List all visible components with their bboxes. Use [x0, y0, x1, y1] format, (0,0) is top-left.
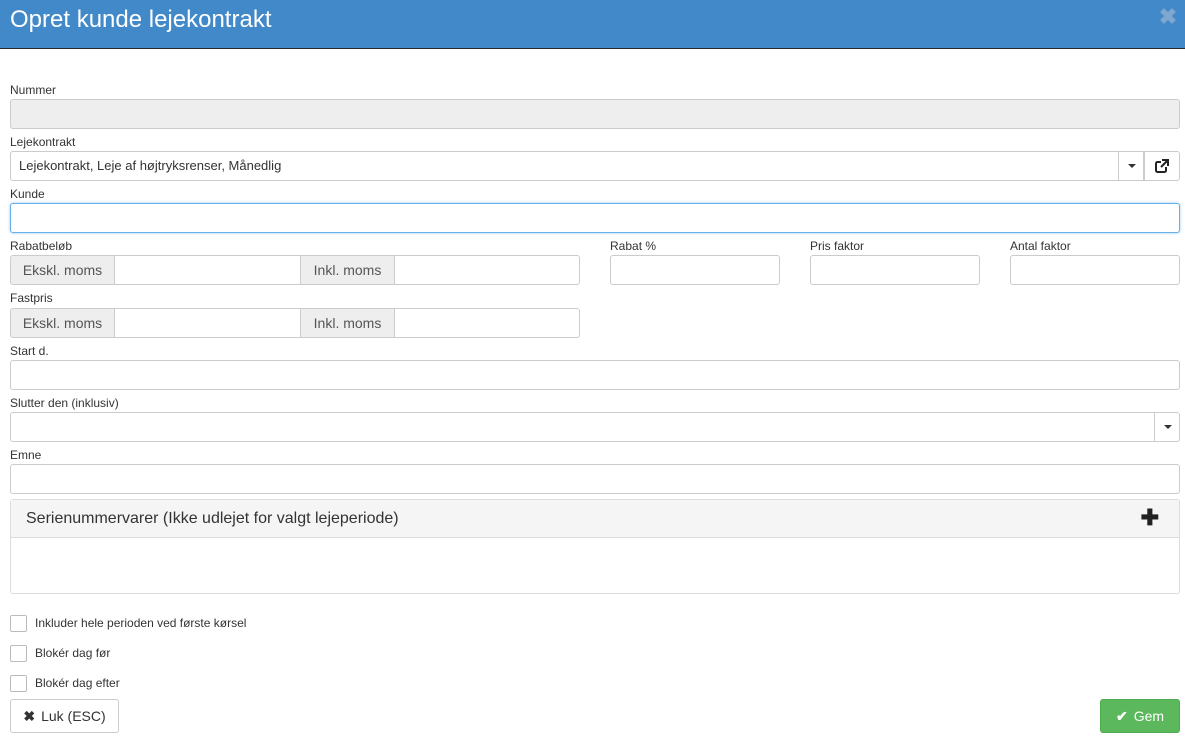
checkbox-row-include-period[interactable]: Inkluder hele perioden ved første kørsel: [10, 614, 246, 632]
dialog-header: Opret kunde lejekontrakt ✖: [0, 0, 1185, 49]
start-label: Start d.: [10, 344, 49, 358]
external-link-icon: [1155, 159, 1169, 173]
close-icon[interactable]: ✖: [1157, 6, 1179, 28]
lejekontrakt-label: Lejekontrakt: [10, 135, 76, 149]
emne-label: Emne: [10, 448, 42, 462]
pris-faktor-input[interactable]: [810, 255, 980, 285]
block-day-after-checkbox[interactable]: [10, 674, 27, 692]
fastpris-label: Fastpris: [10, 291, 53, 305]
close-button[interactable]: ✖ Luk (ESC): [10, 699, 119, 733]
kunde-input[interactable]: [10, 203, 1180, 233]
dialog-title: Opret kunde lejekontrakt: [10, 6, 272, 33]
slutter-select[interactable]: [10, 412, 1180, 442]
panel-title: Serienummervarer (Ikke udlejet for valgt…: [26, 510, 399, 527]
chevron-down-icon: [1163, 425, 1172, 429]
save-button[interactable]: ✔ Gem: [1100, 699, 1180, 733]
block-day-before-label: Blokér dag før: [35, 646, 111, 660]
antal-faktor-input[interactable]: [1010, 255, 1180, 285]
nummer-field: [10, 99, 1180, 129]
fastpris-excl-input[interactable]: [114, 308, 301, 338]
include-period-label: Inkluder hele perioden ved første kørsel: [35, 616, 247, 630]
fastpris-incl-addon: Inkl. moms: [300, 308, 395, 338]
lejekontrakt-dropdown-button[interactable]: [1118, 151, 1144, 181]
chevron-down-icon: [1127, 164, 1136, 168]
block-day-before-checkbox[interactable]: [10, 644, 27, 662]
serial-items-panel: Serienummervarer (Ikke udlejet for valgt…: [10, 499, 1180, 594]
rabatbeloeb-incl-input[interactable]: [394, 255, 580, 285]
block-day-after-label: Blokér dag efter: [35, 676, 120, 690]
fastpris-incl-input[interactable]: [394, 308, 580, 338]
panel-header: Serienummervarer (Ikke udlejet for valgt…: [11, 500, 1179, 538]
rabatbeloeb-label: Rabatbeløb: [10, 239, 73, 253]
plus-icon[interactable]: ✚: [1141, 507, 1159, 529]
fastpris-excl-addon: Ekskl. moms: [10, 308, 115, 338]
rabat-pct-input[interactable]: [610, 255, 780, 285]
start-date-input[interactable]: [10, 360, 1180, 390]
emne-input[interactable]: [10, 464, 1180, 494]
close-x-icon: ✖: [23, 707, 36, 724]
checkbox-row-block-day-before[interactable]: Blokér dag før: [10, 644, 110, 662]
include-period-checkbox[interactable]: [10, 614, 27, 632]
pris-faktor-label: Pris faktor: [810, 239, 865, 253]
checkbox-row-block-day-after[interactable]: Blokér dag efter: [10, 674, 120, 692]
close-button-label: Luk (ESC): [41, 708, 106, 724]
rabatbeloeb-excl-addon: Ekskl. moms: [10, 255, 115, 285]
rabat-pct-label: Rabat %: [610, 239, 657, 253]
lejekontrakt-select[interactable]: Lejekontrakt, Leje af højtryksrenser, Må…: [10, 151, 1144, 181]
lejekontrakt-value: Lejekontrakt, Leje af højtryksrenser, Må…: [19, 158, 282, 173]
slutter-dropdown-button[interactable]: [1154, 412, 1180, 442]
open-external-button[interactable]: [1144, 151, 1180, 181]
check-icon: ✔: [1115, 707, 1128, 724]
rabatbeloeb-excl-input[interactable]: [114, 255, 301, 285]
kunde-label: Kunde: [10, 187, 45, 201]
nummer-label: Nummer: [10, 83, 57, 97]
save-button-label: Gem: [1133, 708, 1165, 724]
slutter-label: Slutter den (inklusiv): [10, 396, 119, 410]
rabatbeloeb-incl-addon: Inkl. moms: [300, 255, 395, 285]
antal-faktor-label: Antal faktor: [1010, 239, 1071, 253]
